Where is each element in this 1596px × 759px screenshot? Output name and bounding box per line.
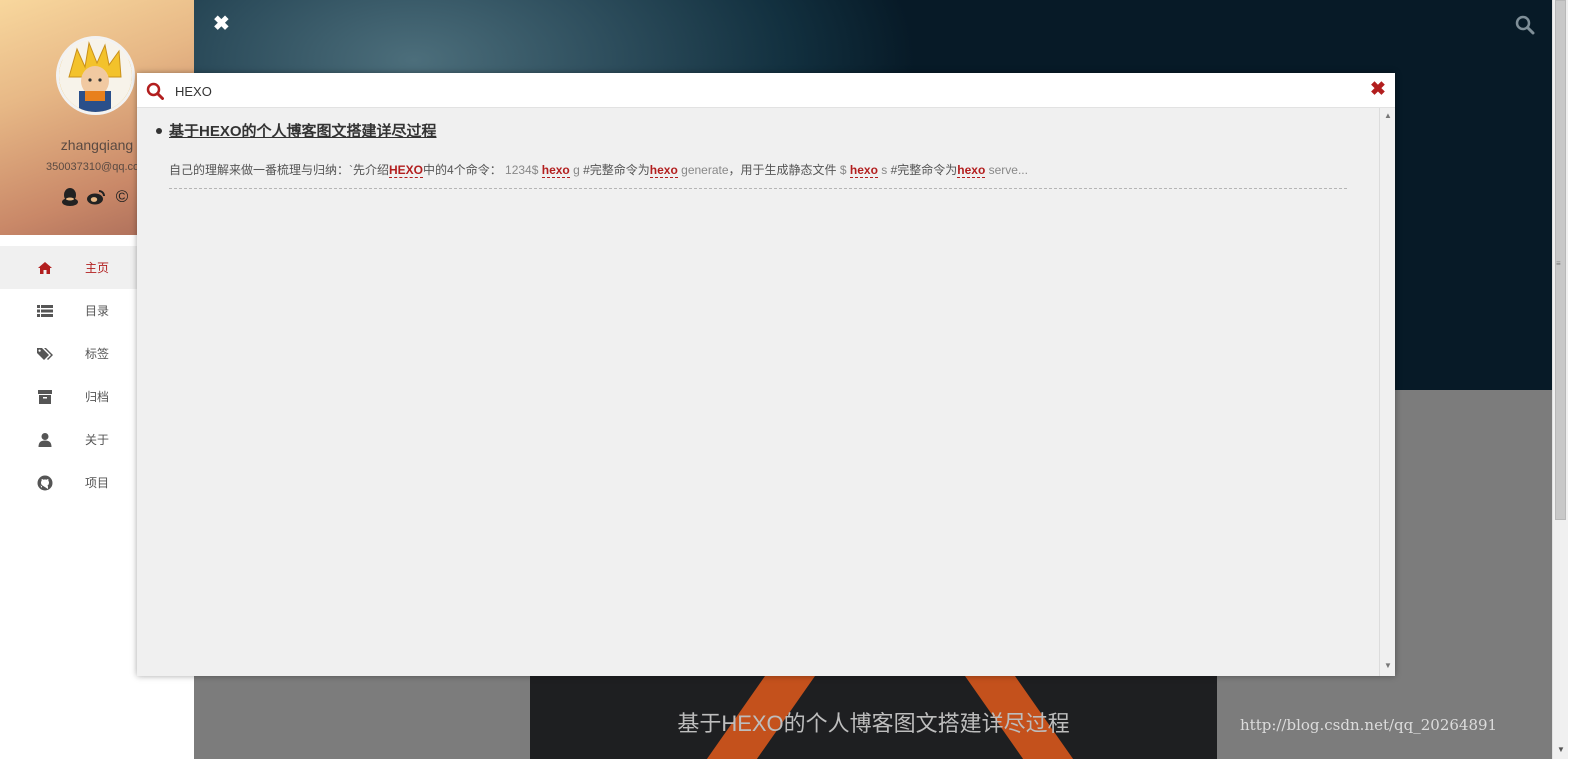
search-result-item: 基于HEXO的个人博客图文搭建详尽过程 自己的理解来做一番梳理与归纳：`先介绍H… <box>156 120 1348 189</box>
archive-icon <box>0 389 90 405</box>
scrollbar-grip-icon: ≡ <box>1556 259 1561 268</box>
list-icon <box>0 303 90 319</box>
profile-email: 350037310@qq.com <box>46 161 138 173</box>
snippet-text: ，用于生成静态文件 <box>728 163 837 177</box>
sidebar-item-archive[interactable]: 归档 <box>0 375 137 418</box>
scroll-down-icon[interactable]: ▼ <box>1557 745 1565 754</box>
watermark: http://blog.csdn.net/qq_20264891 <box>1240 716 1498 734</box>
search-result-snippet: 自己的理解来做一番梳理与归纳：`先介绍HEXO中的4个命令： 1234$ hex… <box>169 161 1348 178</box>
page-scrollbar[interactable]: ≡ ▼ <box>1552 0 1568 759</box>
snippet-text: #完整命令为 <box>890 163 958 177</box>
snippet-text: 中的4个命令： <box>423 163 502 177</box>
sidebar-item-about[interactable]: 关于 <box>0 418 137 461</box>
search-input[interactable] <box>175 80 1355 102</box>
qq-icon[interactable] <box>60 187 80 207</box>
tags-icon <box>0 346 90 362</box>
search-popup: ✖ 基于HEXO的个人博客图文搭建详尽过程 自己的理解来做一番梳理与归纳：`先介… <box>137 73 1395 676</box>
snippet-text: serve... <box>985 163 1028 177</box>
result-divider <box>169 188 1347 189</box>
window-edge <box>1568 0 1596 759</box>
snippet-text: g <box>569 163 584 177</box>
sidebar-item-label: 主页 <box>85 261 110 275</box>
sidebar-item-projects[interactable]: 项目 <box>0 461 137 504</box>
home-icon <box>0 260 90 276</box>
snippet-text: $ <box>836 163 850 177</box>
sidebar-item-home[interactable]: 主页 <box>0 246 137 289</box>
search-bar: ✖ <box>137 73 1395 108</box>
snippet-text: #完整命令为 <box>583 163 650 177</box>
sidebar-item-label: 项目 <box>85 476 110 490</box>
snippet-text: s <box>877 163 891 177</box>
search-highlight: HEXO <box>389 163 424 178</box>
snippet-text: 自己的理解来做一番梳理与归纳：`先介绍 <box>169 163 389 177</box>
search-results: 基于HEXO的个人博客图文搭建详尽过程 自己的理解来做一番梳理与归纳：`先介绍H… <box>137 108 1379 676</box>
user-icon <box>0 432 90 448</box>
weibo-icon[interactable] <box>86 187 106 207</box>
sidebar-item-label: 标签 <box>85 347 110 361</box>
scroll-up-icon[interactable]: ▲ <box>1384 111 1392 120</box>
github-icon <box>0 475 90 491</box>
social-links: © <box>60 187 132 207</box>
snippet-text: generate <box>677 163 729 177</box>
bullet-icon <box>156 127 162 134</box>
copyright-icon[interactable]: © <box>112 187 132 207</box>
sidebar-nav: 主页 目录 标签 归档 关于 项目 <box>0 246 137 504</box>
sidebar-item-label: 归档 <box>85 390 110 404</box>
close-icon[interactable]: ✖ <box>213 14 231 34</box>
sidebar-item-tags[interactable]: 标签 <box>0 332 137 375</box>
sidebar-item-label: 目录 <box>85 304 110 318</box>
post-cover[interactable]: 基于HEXO的个人博客图文搭建详尽过程 <box>530 676 1217 759</box>
search-result-title[interactable]: 基于HEXO的个人博客图文搭建详尽过程 <box>169 120 437 141</box>
post-cover-title[interactable]: 基于HEXO的个人博客图文搭建详尽过程 <box>530 706 1217 738</box>
avatar[interactable] <box>56 36 135 115</box>
snippet-text: 1234$ <box>501 163 542 177</box>
search-icon <box>146 82 164 100</box>
sidebar-item-label: 关于 <box>85 433 110 447</box>
sidebar-item-catalog[interactable]: 目录 <box>0 289 137 332</box>
search-highlight: hexo <box>849 163 878 178</box>
search-highlight: hexo <box>649 163 678 178</box>
search-icon[interactable] <box>1515 15 1535 35</box>
scroll-down-icon[interactable]: ▼ <box>1384 661 1392 670</box>
search-highlight: hexo <box>957 163 986 178</box>
close-icon[interactable]: ✖ <box>1370 80 1386 99</box>
search-highlight: hexo <box>541 163 570 178</box>
results-scrollbar[interactable]: ▲ ▼ <box>1379 108 1395 676</box>
